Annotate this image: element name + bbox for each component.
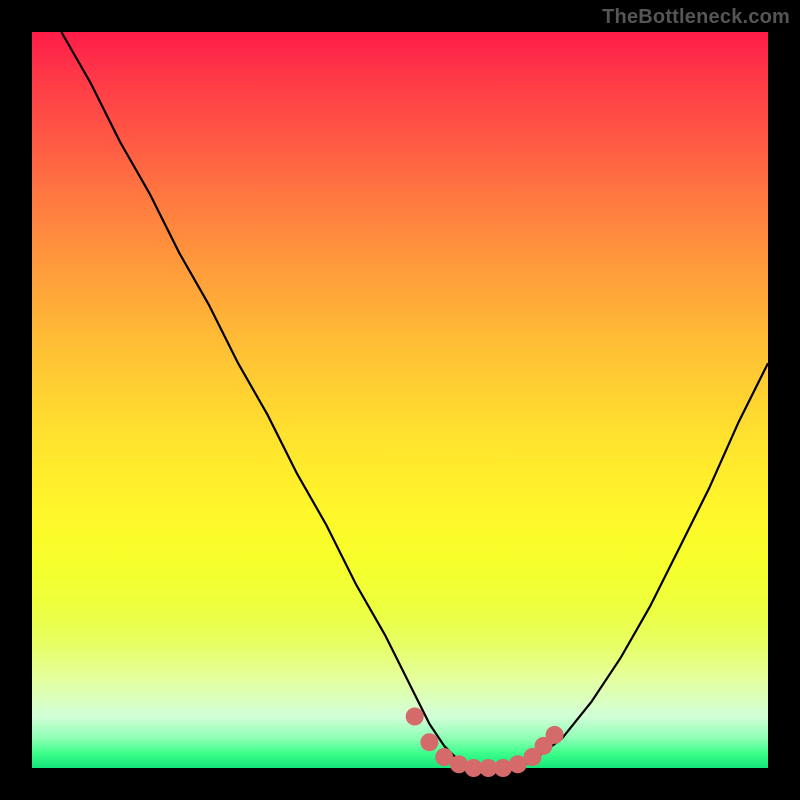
bottleneck-curve [61, 32, 768, 768]
bottom-markers [406, 708, 564, 778]
marker-dot [546, 726, 564, 744]
watermark-text: TheBottleneck.com [602, 6, 790, 29]
marker-dot [406, 708, 424, 726]
bottleneck-curve-svg [32, 32, 768, 768]
chart-frame: TheBottleneck.com [0, 0, 800, 800]
plot-area [32, 32, 768, 768]
marker-dot [420, 733, 438, 751]
